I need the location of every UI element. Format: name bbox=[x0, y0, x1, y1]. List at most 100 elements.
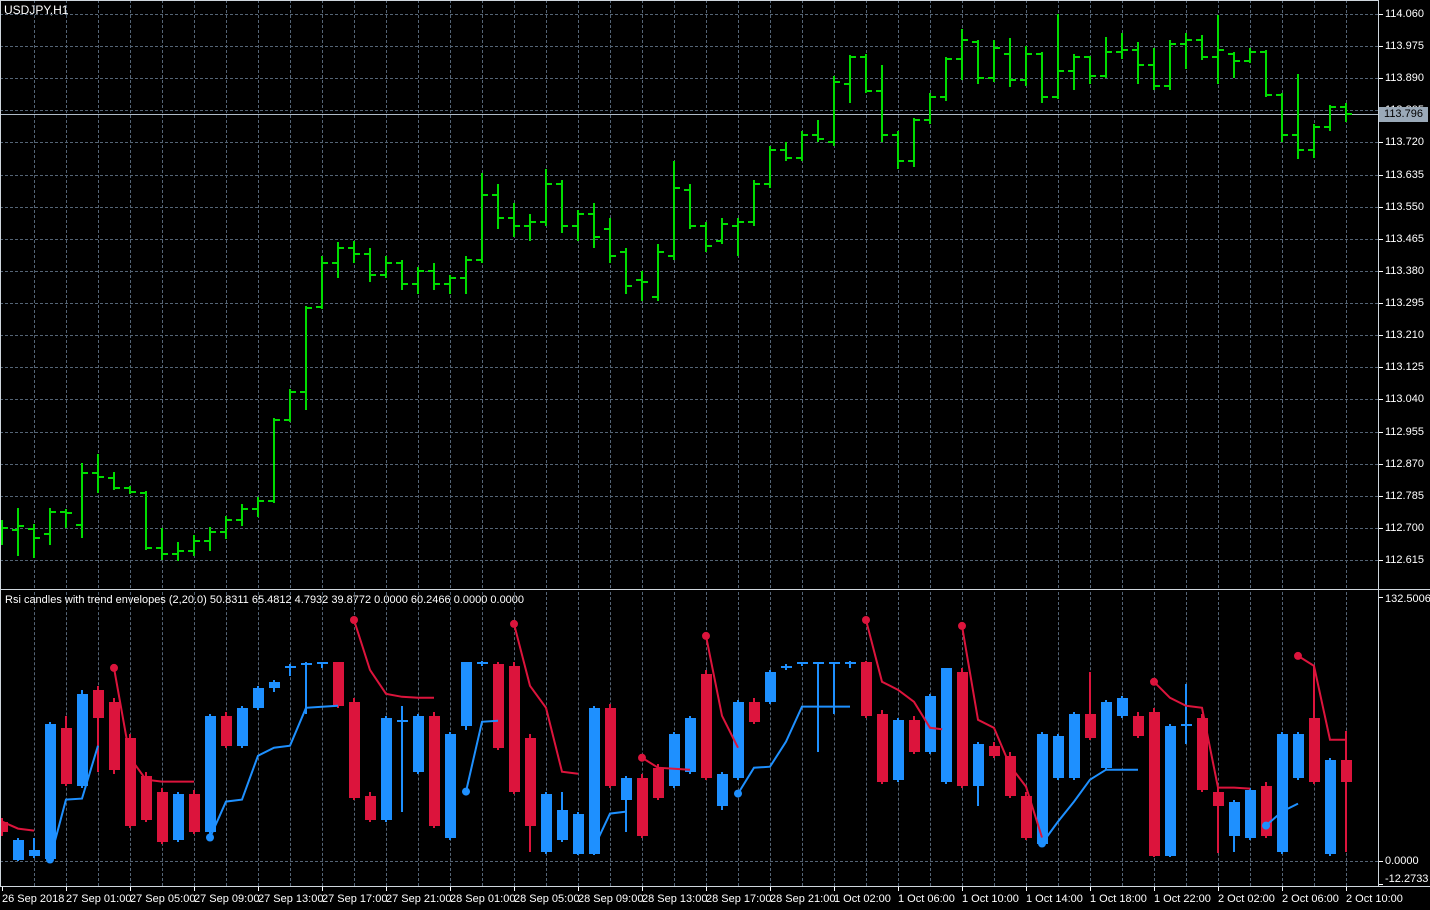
ohlc-bar-part bbox=[819, 137, 824, 140]
rsi-candle-body bbox=[573, 813, 584, 854]
ohlc-bar-part bbox=[915, 118, 920, 121]
grid-line-vertical bbox=[1250, 592, 1251, 886]
ohlc-bar-part bbox=[705, 221, 707, 253]
price-axis-label: 113.040 bbox=[1385, 393, 1424, 406]
ohlc-bar-part bbox=[289, 389, 291, 423]
time-axis-label: 2 Oct 10:00 bbox=[1346, 893, 1403, 905]
rsi-candle-body bbox=[1165, 725, 1176, 856]
ohlc-bar-part bbox=[844, 82, 849, 85]
ohlc-bar-part bbox=[563, 224, 568, 227]
time-axis-label: 27 Sep 17:00 bbox=[322, 893, 388, 905]
ohlc-bar-part bbox=[787, 156, 792, 159]
indicator-panel-plot[interactable]: Rsi candles with trend envelopes (2,20.0… bbox=[0, 592, 1378, 886]
grid-line-vertical bbox=[450, 0, 451, 588]
price-axis-label: 113.720 bbox=[1385, 136, 1424, 149]
rsi-candle-body bbox=[589, 707, 600, 854]
price-axis-label: 113.465 bbox=[1385, 232, 1424, 245]
ohlc-bar-part bbox=[305, 306, 307, 410]
ohlc-bar-part bbox=[529, 214, 531, 241]
chart-left-border bbox=[0, 0, 1, 886]
grid-line-horizontal bbox=[0, 174, 1378, 176]
envelope-segment bbox=[49, 745, 99, 860]
ohlc-bar-part bbox=[323, 262, 328, 265]
ohlc-bar-part bbox=[387, 262, 392, 265]
rsi-candle-body bbox=[1085, 713, 1096, 738]
rsi-candle-body bbox=[429, 715, 440, 826]
ohlc-bar-part bbox=[497, 184, 499, 230]
ohlc-bar-part bbox=[1313, 123, 1315, 158]
ohlc-bar-part bbox=[1292, 133, 1297, 136]
ohlc-bar-part bbox=[33, 524, 35, 559]
ohlc-bar-part bbox=[451, 277, 456, 280]
ohlc-bar-part bbox=[908, 160, 913, 163]
rsi-candle-body bbox=[157, 791, 168, 842]
grid-line-vertical bbox=[258, 592, 259, 886]
time-axis-label: 27 Sep 05:00 bbox=[130, 893, 196, 905]
ohlc-bar-part bbox=[1121, 32, 1123, 60]
ohlc-bar-part bbox=[483, 194, 488, 197]
price-axis-label: 112.785 bbox=[1385, 489, 1424, 502]
ohlc-bar-part bbox=[1155, 84, 1160, 87]
rsi-candle-body bbox=[445, 733, 456, 838]
ohlc-bar-part bbox=[49, 507, 51, 545]
ohlc-bar-part bbox=[1244, 60, 1249, 63]
ohlc-bar-part bbox=[1057, 14, 1059, 100]
ohlc-bar-part bbox=[419, 269, 424, 272]
ohlc-bar-part bbox=[1324, 126, 1329, 129]
indicator-axis-label: 132.5006 bbox=[1385, 593, 1430, 605]
ohlc-bar-part bbox=[1235, 60, 1240, 63]
rsi-candle-body bbox=[845, 661, 856, 664]
ohlc-bar-part bbox=[1276, 94, 1281, 97]
rsi-candle-body bbox=[941, 668, 952, 782]
ohlc-bar-part bbox=[707, 245, 712, 248]
ohlc-bar-part bbox=[748, 220, 753, 223]
ohlc-bar-part bbox=[307, 307, 312, 310]
ohlc-bar-part bbox=[924, 118, 929, 121]
grid-line-horizontal bbox=[0, 238, 1378, 240]
grid-line-vertical bbox=[962, 0, 963, 588]
rsi-candle-body bbox=[365, 795, 376, 820]
ohlc-bar-part bbox=[179, 549, 184, 552]
ohlc-bar-part bbox=[1180, 43, 1185, 46]
ohlc-bar-part bbox=[1283, 133, 1288, 136]
ohlc-bar-part bbox=[476, 258, 481, 261]
ohlc-bar-part bbox=[892, 133, 897, 136]
ohlc-bar-part bbox=[524, 224, 529, 227]
ohlc-bar-part bbox=[1043, 96, 1048, 99]
indicator-title: Rsi candles with trend envelopes (2,20.0… bbox=[5, 594, 525, 606]
mt4-chart-window: USDJPY,H1 Rsi candles with trend envelop… bbox=[0, 0, 1430, 910]
ohlc-bar-part bbox=[1169, 40, 1171, 90]
rsi-candle-body bbox=[877, 713, 888, 782]
ohlc-bar-part bbox=[81, 463, 83, 539]
ohlc-bar-part bbox=[401, 259, 403, 290]
ohlc-bar-part bbox=[156, 547, 161, 550]
rsi-candle-body bbox=[45, 723, 56, 860]
ohlc-bar-part bbox=[371, 273, 376, 276]
grid-line-vertical bbox=[354, 0, 355, 588]
rsi-candle-body bbox=[141, 775, 152, 820]
time-axis[interactable]: 26 Sep 2018 27 Sep 01:00 27 Sep 05:00 27 Se… bbox=[0, 886, 1430, 910]
ohlc-bar-part bbox=[1299, 149, 1304, 152]
grid-line-vertical bbox=[34, 0, 35, 588]
rsi-candle-body bbox=[749, 701, 760, 722]
time-axis-label: 1 Oct 06:00 bbox=[898, 893, 955, 905]
rsi-candle-body bbox=[797, 662, 808, 665]
ohlc-bar-part bbox=[579, 213, 584, 216]
rsi-candle-body bbox=[813, 662, 824, 665]
grid-line-vertical bbox=[386, 0, 387, 588]
ohlc-bar-part bbox=[723, 222, 728, 225]
rsi-candle-body bbox=[125, 737, 136, 826]
ohlc-bar-part bbox=[876, 90, 881, 93]
price-axis-label: 113.380 bbox=[1385, 264, 1424, 277]
rsi-candle-body bbox=[1293, 733, 1304, 778]
ohlc-bar-part bbox=[972, 41, 977, 44]
rsi-candle-body bbox=[1229, 801, 1240, 836]
ohlc-bar-part bbox=[444, 283, 449, 286]
main-chart-plot[interactable]: USDJPY,H1 bbox=[0, 0, 1378, 588]
rsi-candle-body bbox=[1197, 717, 1208, 790]
ohlc-bar-part bbox=[1027, 52, 1032, 55]
ohlc-bar-part bbox=[1265, 49, 1267, 98]
price-axis[interactable]: 114.060113.975113.890113.805113.720113.6… bbox=[1378, 0, 1430, 886]
grid-line-vertical bbox=[1346, 0, 1347, 588]
ohlc-bar-part bbox=[195, 540, 200, 543]
